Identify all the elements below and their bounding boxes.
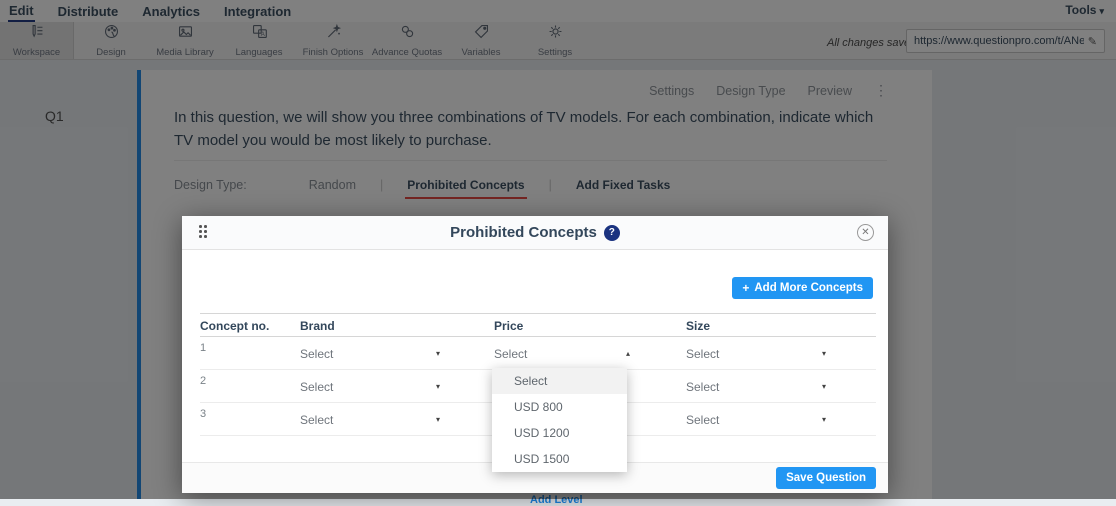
dropdown-option-usd-1500[interactable]: USD 1500: [492, 446, 627, 472]
table-header: Concept no. Brand Price Size: [200, 313, 876, 337]
chevron-down-icon: ▾: [822, 349, 826, 358]
size-select-row1[interactable]: Select ▾: [686, 337, 826, 370]
price-dropdown-menu: Select USD 800 USD 1200 USD 1500: [492, 368, 627, 472]
select-value: Select: [300, 380, 333, 394]
select-value: Select: [300, 347, 333, 361]
size-select-row2[interactable]: Select ▾: [686, 370, 826, 403]
add-more-concepts-button[interactable]: + Add More Concepts: [732, 277, 873, 299]
column-brand: Brand: [300, 314, 335, 338]
concept-number: 2: [200, 375, 206, 387]
close-icon[interactable]: ✕: [857, 224, 874, 241]
drag-handle-icon[interactable]: [199, 225, 207, 238]
modal-title: Prohibited Concepts: [450, 224, 597, 241]
select-value: Select: [686, 347, 719, 361]
dropdown-option-usd-800[interactable]: USD 800: [492, 394, 627, 420]
chevron-down-icon: ▾: [436, 382, 440, 391]
chevron-down-icon: ▾: [436, 349, 440, 358]
brand-select-row2[interactable]: Select ▾: [300, 370, 440, 403]
select-value: Select: [686, 413, 719, 427]
chevron-down-icon: ▾: [822, 415, 826, 424]
select-value: Select: [686, 380, 719, 394]
column-concept-no: Concept no.: [200, 314, 269, 338]
table-row: 1 Select ▾ Select ▴ Select ▾: [200, 337, 876, 370]
select-value: Select: [494, 347, 527, 361]
chevron-down-icon: ▾: [822, 382, 826, 391]
select-value: Select: [300, 413, 333, 427]
price-select-row1[interactable]: Select ▴: [494, 337, 630, 370]
dropdown-option-usd-1200[interactable]: USD 1200: [492, 420, 627, 446]
size-select-row3[interactable]: Select ▾: [686, 403, 826, 436]
chevron-up-icon: ▴: [626, 349, 630, 358]
save-question-button[interactable]: Save Question: [776, 467, 876, 489]
dropdown-option-select[interactable]: Select: [492, 368, 627, 394]
brand-select-row1[interactable]: Select ▾: [300, 337, 440, 370]
concept-number: 3: [200, 408, 206, 420]
add-more-concepts-label: Add More Concepts: [754, 282, 863, 294]
brand-select-row3[interactable]: Select ▾: [300, 403, 440, 436]
plus-icon: +: [742, 281, 749, 295]
help-icon[interactable]: ?: [604, 225, 620, 241]
column-price: Price: [494, 314, 523, 338]
chevron-down-icon: ▾: [436, 415, 440, 424]
modal-header: Prohibited Concepts ? ✕: [182, 216, 888, 250]
prohibited-concepts-modal: Prohibited Concepts ? ✕ + Add More Conce…: [182, 216, 888, 493]
column-size: Size: [686, 314, 710, 338]
concept-number: 1: [200, 342, 206, 354]
